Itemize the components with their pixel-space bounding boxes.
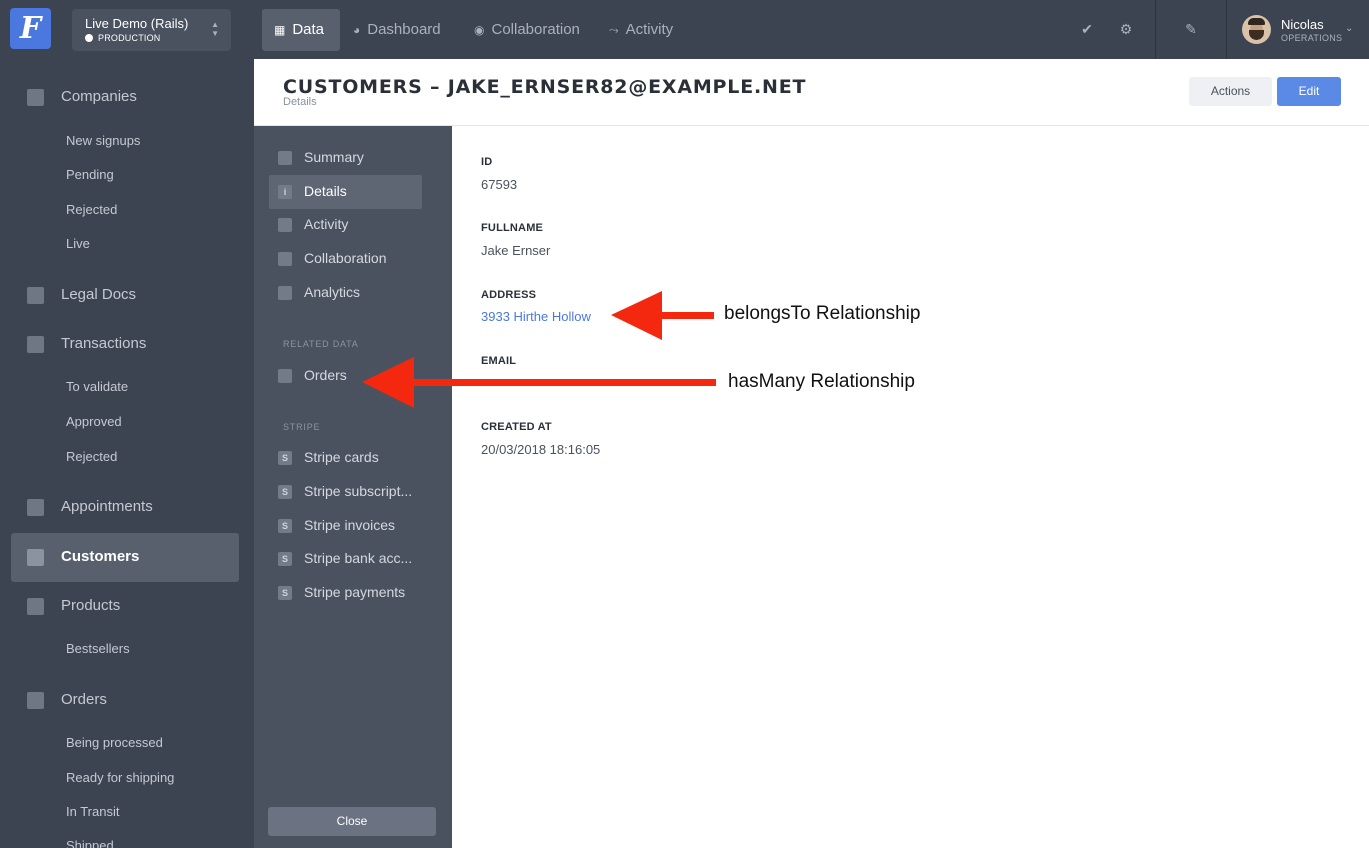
annotation-arrows [362, 291, 716, 408]
has-many-arrow-shaft [404, 379, 716, 386]
belongs-to-annotation: belongsTo Relationship [724, 303, 921, 324]
has-many-annotation: hasMany Relationship [728, 371, 915, 392]
belongs-to-arrow-head [611, 291, 662, 340]
has-many-arrow-head [362, 357, 414, 408]
